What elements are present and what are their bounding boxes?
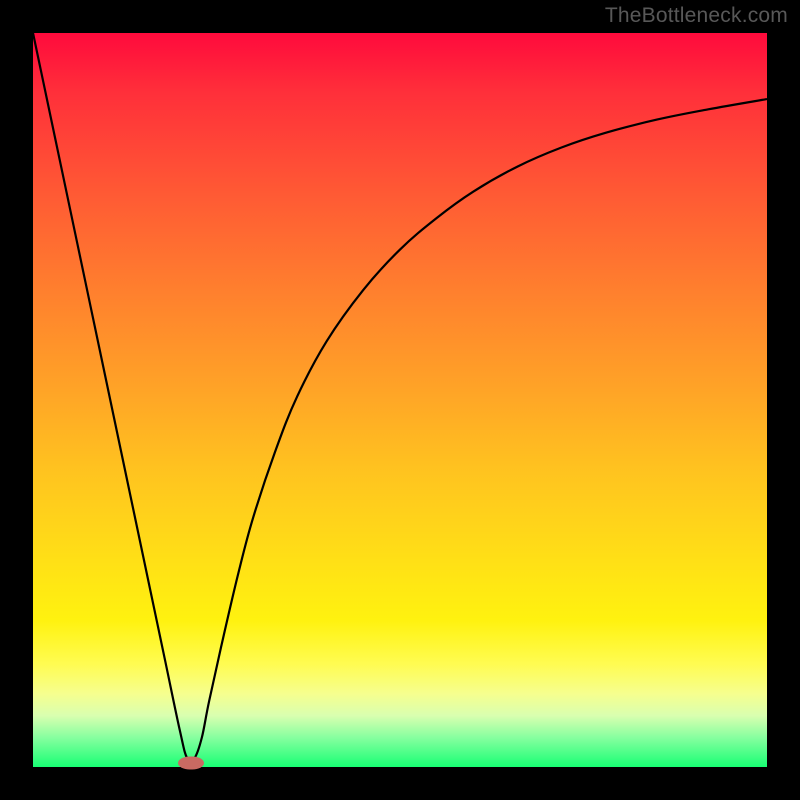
curve-svg: [33, 33, 767, 767]
bottleneck-curve: [33, 33, 767, 761]
watermark-text: TheBottleneck.com: [605, 4, 788, 28]
chart-frame: TheBottleneck.com: [0, 0, 800, 800]
plot-area: [33, 33, 767, 767]
min-marker: [178, 756, 204, 769]
